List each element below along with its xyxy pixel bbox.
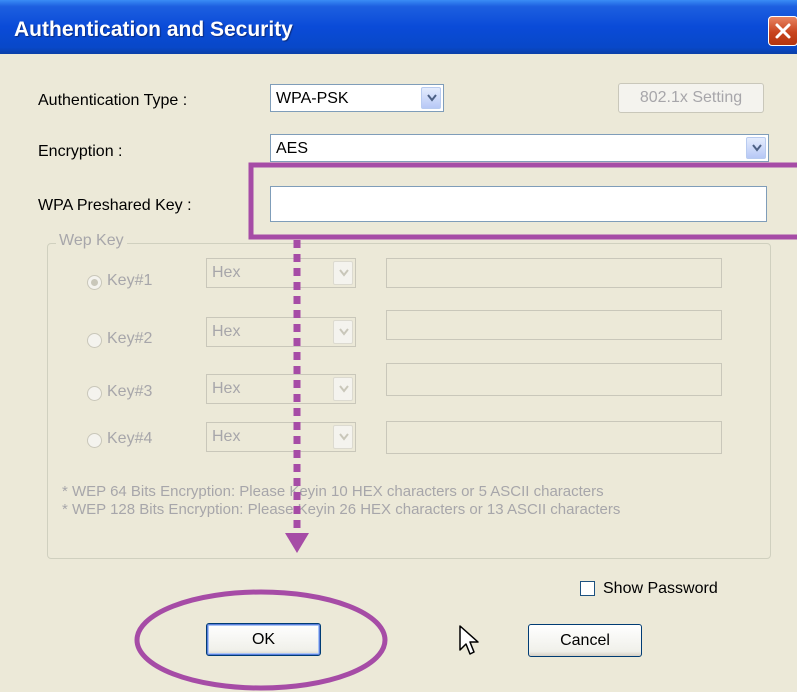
auth-security-dialog: Authentication and Security Authenticati…: [0, 0, 797, 692]
arrow-head: [285, 533, 309, 553]
annotation-overlay: [134, 162, 797, 691]
annotation-highlight-box: [248, 162, 797, 240]
annotation-ellipse: [134, 589, 388, 691]
